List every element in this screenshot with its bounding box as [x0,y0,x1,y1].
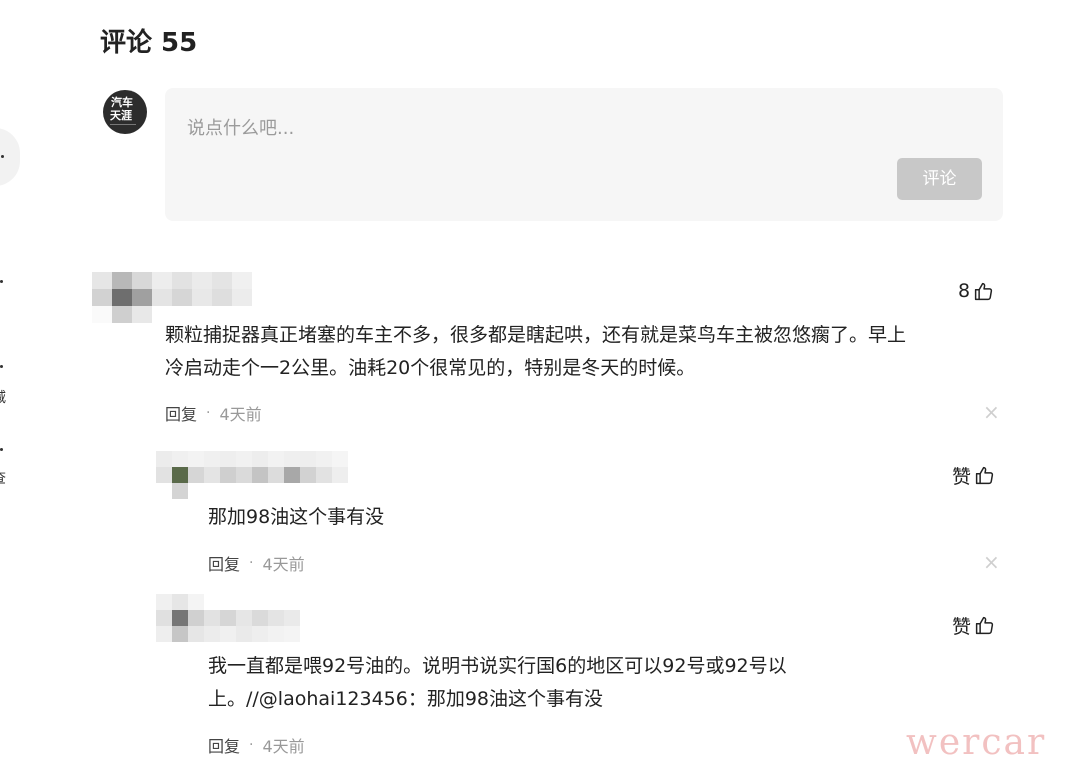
comment-meta: 回复 · 4天前 [208,733,305,757]
comment-text-line: 上。//@laohai123456：那加98油这个事有没 [208,688,604,710]
comment-text: 我一直都是喂92号油的。说明书说实行国6的地区可以92号或92号以 上。//@l… [208,650,988,716]
comment-meta: 回复 · 4天前 [208,551,305,575]
commenter-username-blurred[interactable] [156,451,348,499]
like-count: 8 [958,280,971,302]
comment-text-line: 我一直都是喂92号油的。说明书说实行国6的地区可以92号或92号以 [208,655,787,677]
side-label[interactable]: 查 [0,468,6,488]
comment-composer [165,88,1003,221]
comment-text: 那加98油这个事有没 [208,501,988,534]
commenter-username-blurred[interactable] [156,594,300,642]
comment-text-line: 冷启动走个一2公里。油耗20个很常见的，特别是冬天的时候。 [165,357,696,379]
user-avatar[interactable]: 汽车 天涯 [103,90,147,134]
avatar-text: 汽车 [111,96,133,109]
like-label: 赞 [952,466,972,488]
separator-dot: · [206,405,211,421]
thumbs-up-icon [974,282,993,300]
reply-button[interactable]: 回复 [208,551,240,575]
separator-dot: · [249,555,254,571]
comment-input[interactable] [185,112,889,156]
comment-text: 颗粒捕捉器真正堵塞的车主不多，很多都是瞎起哄，还有就是菜鸟车主被忽悠瘸了。早上 … [165,319,1015,385]
commenter-username-blurred[interactable] [92,272,252,323]
close-icon[interactable]: × [983,552,1000,572]
like-button[interactable]: 赞 [952,612,995,639]
thumbs-up-icon [975,616,994,635]
separator-dot: · [249,737,254,753]
side-dot [0,365,3,368]
like-label: 赞 [952,616,972,638]
side-dot [0,280,3,283]
like-button[interactable]: 8 [958,280,994,302]
submit-comment-button[interactable]: 评论 [897,158,982,200]
comment-text-line: 那加98油这个事有没 [208,506,385,528]
like-button[interactable]: 赞 [952,462,995,489]
watermark: wercar [906,722,1047,763]
thumbs-up-icon [975,466,994,485]
comment-time: 4天前 [262,555,305,574]
comment-time: 4天前 [219,405,262,424]
reply-button[interactable]: 回复 [165,401,197,425]
comment-text-line: 颗粒捕捉器真正堵塞的车主不多，很多都是瞎起哄，还有就是菜鸟车主被忽悠瘸了。早上 [165,324,907,346]
close-icon[interactable]: × [983,402,1000,422]
side-label[interactable]: 减 [0,387,6,407]
comment-time: 4天前 [262,737,305,756]
side-dot [0,448,3,451]
comments-title: 评论 55 [100,28,198,58]
side-dot [1,155,4,158]
reply-button[interactable]: 回复 [208,733,240,757]
comment-meta: 回复 · 4天前 [165,401,262,425]
avatar-text: 天涯 [110,109,132,122]
